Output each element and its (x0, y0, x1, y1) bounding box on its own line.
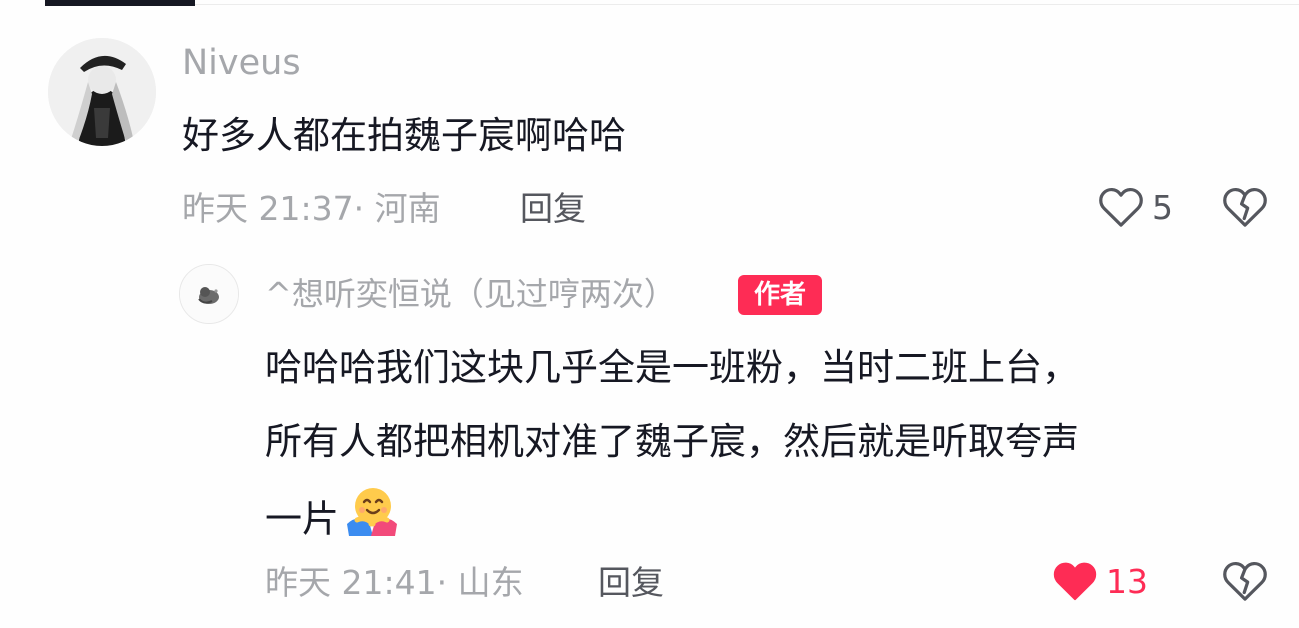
reply-button[interactable]: 回复 (520, 192, 586, 225)
active-tab-indicator (45, 0, 195, 6)
comment-username[interactable]: Niveus (182, 46, 301, 81)
like-button[interactable]: 5 (1098, 186, 1173, 228)
reply-time-location: 昨天 21:41· 山东 (265, 563, 524, 602)
heart-outline-icon (1099, 187, 1143, 227)
author-badge: 作者 (738, 275, 822, 315)
smiling-face-with-open-hands-icon (343, 484, 401, 558)
comment-text: 好多人都在拍魏子宸啊哈哈 (182, 114, 626, 157)
comment-time-location: 昨天 21:37· 河南 (182, 189, 441, 228)
reply-text-line-3: 一片 (265, 484, 401, 558)
top-tab-indicator-bar (0, 0, 1299, 6)
reply-username[interactable]: ^想听奕恒说（见过哼两次） (265, 278, 676, 310)
comment-section: Niveus 好多人都在拍魏子宸啊哈哈 昨天 21:37· 河南 回复 5 ^想… (0, 0, 1299, 628)
avatar-image (180, 265, 238, 323)
reply-button[interactable]: 回复 (598, 566, 664, 599)
reply-text-line-2: 所有人都把相机对准了魏子宸，然后就是听取夸声 (265, 420, 1079, 463)
dislike-button[interactable] (1222, 560, 1268, 606)
like-button[interactable]: 13 (1052, 560, 1148, 602)
heart-filled-icon (1053, 562, 1097, 601)
reply-avatar[interactable] (179, 264, 239, 324)
dislike-button[interactable] (1222, 186, 1268, 232)
reply-text-line-1: 哈哈哈我们这块几乎全是一班粉，当时二班上台， (265, 346, 1079, 389)
avatar-image (48, 38, 156, 146)
divider (195, 4, 1299, 5)
broken-heart-icon (1223, 561, 1267, 601)
broken-heart-icon (1223, 187, 1267, 227)
like-count: 13 (1106, 561, 1148, 601)
avatar[interactable] (48, 38, 156, 146)
reply-text-line-3-text: 一片 (265, 497, 339, 541)
like-count: 5 (1152, 187, 1173, 227)
